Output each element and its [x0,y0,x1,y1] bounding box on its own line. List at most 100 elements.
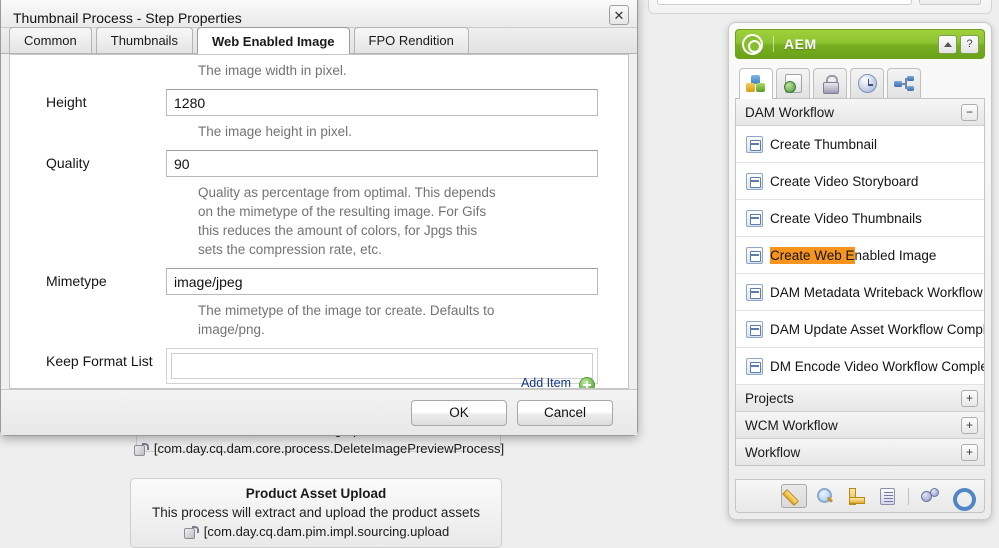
settings-tool-button[interactable] [917,484,943,508]
help-button[interactable]: ? [960,35,979,54]
workflow-step-description: This process will extract and upload the… [131,503,501,522]
sidekick-item-create-video-storyboard[interactable]: Create Video Storyboard [736,163,984,200]
edit-tool-button[interactable] [781,484,807,508]
keep-format-list-multifield[interactable]: Add Item [166,348,598,384]
ok-button[interactable]: OK [411,400,507,426]
sidekick-group-projects[interactable]: Projects + [736,385,984,412]
annotate-tool-button[interactable] [874,484,900,508]
sitemap-icon [894,76,914,92]
sidekick-tab-page[interactable] [776,68,810,98]
tab-web-enabled-image[interactable]: Web Enabled Image [197,27,350,54]
header-divider [773,36,774,52]
refresh-icon [952,487,970,505]
field-help-quality: Quality as percentage from optimal. This… [14,177,574,261]
tab-fpo-rendition[interactable]: FPO Rendition [354,27,469,53]
sidekick-group-label: Projects [745,391,961,406]
clock-icon [858,74,877,93]
add-item-link[interactable]: Add Item [521,376,571,389]
field-label-height: Height [14,89,166,115]
cancel-button[interactable]: Cancel [517,400,613,426]
sidekick-tab-security[interactable] [813,68,847,98]
quality-input[interactable] [166,150,598,177]
dialog-footer: OK Cancel [1,389,637,435]
field-help-mimetype: The mimetype of the image tor create. De… [14,295,574,341]
lock-icon [823,75,837,92]
expand-toggle-icon[interactable]: + [961,417,978,434]
expand-toggle-icon[interactable]: + [961,390,978,407]
height-input[interactable] [166,89,598,116]
sidekick-group-label: WCM Workflow [745,418,961,433]
field-row-height: Height [14,82,624,116]
sidekick-tab-components[interactable] [739,68,773,99]
sidekick-tab-sitemap[interactable] [887,68,921,98]
gears-icon [921,488,940,505]
field-row-keep-format-list: Keep Format List Add Item [14,341,624,384]
background-toolbar-button[interactable] [919,0,981,5]
tab-common[interactable]: Common [9,27,92,53]
layout-tool-button[interactable] [843,484,869,508]
magnifier-icon [817,488,834,505]
workflow-step-impl: [com.day.cq.dam.core.process.DeleteImage… [137,439,500,459]
sidekick-tab-versioning[interactable] [850,68,884,98]
workflow-step-icon [746,321,763,338]
mimetype-input[interactable] [166,268,598,295]
width-input[interactable] [166,54,598,55]
sidekick-group-label: Workflow [745,445,961,460]
page-globe-icon [785,74,802,93]
field-label-keep-format-list: Keep Format List [14,348,166,374]
sidekick-group-wcm-workflow[interactable]: WCM Workflow + [736,412,984,439]
field-help-height: The image height in pixel. [14,116,574,143]
refresh-tool-button[interactable] [948,484,974,508]
workflow-step-icon [746,210,763,227]
sidekick-item-create-thumbnail[interactable]: Create Thumbnail [736,126,984,163]
aem-sidekick-panel: AEM ? [728,22,992,520]
sidekick-tabstrip [735,65,985,99]
sidekick-group-label: DAM Workflow [745,105,961,120]
sidekick-item-create-web-enabled-image[interactable]: Create Web Enabled Image [736,237,984,274]
workflow-step-icon [746,136,763,153]
plugin-icon [133,442,148,457]
background-search-input[interactable] [657,0,912,5]
minimize-button[interactable] [938,35,957,54]
sidekick-group-workflow[interactable]: Workflow + [736,439,984,466]
sidekick-component-list[interactable]: DAM Workflow − Create Thumbnail Create V… [735,99,985,466]
add-item-icon[interactable] [579,377,595,389]
field-help-width: The image width in pixel. [14,55,574,82]
field-row-quality: Quality [14,143,624,177]
ruler-icon [848,488,864,504]
preview-tool-button[interactable] [812,484,838,508]
dialog-title: Thumbnail Process - Step Properties [13,10,242,26]
sidekick-header: AEM ? [735,29,985,59]
sidekick-item-dam-update-asset-workflow-completed[interactable]: DAM Update Asset Workflow Completed [736,311,984,348]
sidekick-item-label: DM Encode Video Workflow Completed [770,359,984,374]
workflow-step-impl-text: [com.day.cq.dam.core.process.DeleteImage… [154,439,504,459]
workflow-step-title: Product Asset Upload [131,485,501,503]
sidekick-item-dam-metadata-writeback-workflow[interactable]: DAM Metadata Writeback Workflow [736,274,984,311]
close-icon[interactable]: ✕ [609,5,629,25]
sidekick-toolbar [735,479,985,513]
workflow-step-icon [746,284,763,301]
workflow-step-icon [746,173,763,190]
workflow-step-card[interactable]: Product Asset Upload This process will e… [130,478,502,548]
toolbar-separator [908,488,909,505]
dialog-form-scroll: Width The image width in pixel. Height T… [10,54,628,384]
sidekick-item-label: DAM Metadata Writeback Workflow [770,285,983,300]
field-label-mimetype: Mimetype [14,268,166,294]
workflow-step-impl-text: [com.day.cq.dam.pim.impl.sourcing.upload [204,522,449,542]
dialog-tabstrip: Common Thumbnails Web Enabled Image FPO … [1,28,637,54]
sidekick-item-label: Create Video Storyboard [770,174,918,189]
step-properties-dialog: Thumbnail Process - Step Properties ✕ Co… [0,0,638,436]
tab-thumbnails[interactable]: Thumbnails [96,27,193,53]
dialog-form-panel: Width The image width in pixel. Height T… [9,54,629,389]
aem-logo-icon [742,34,763,55]
plugin-icon [183,525,198,540]
sidekick-group-dam-workflow[interactable]: DAM Workflow − [736,99,984,126]
background-toolbar [648,0,992,14]
workflow-step-icon [746,247,763,264]
sidekick-item-dm-encode-video-workflow-completed[interactable]: DM Encode Video Workflow Completed [736,348,984,385]
collapse-toggle-icon[interactable]: − [961,104,978,121]
sidekick-item-create-video-thumbnails[interactable]: Create Video Thumbnails [736,200,984,237]
expand-toggle-icon[interactable]: + [961,444,978,461]
list-icon [880,488,895,505]
sidekick-title: AEM [784,36,817,52]
